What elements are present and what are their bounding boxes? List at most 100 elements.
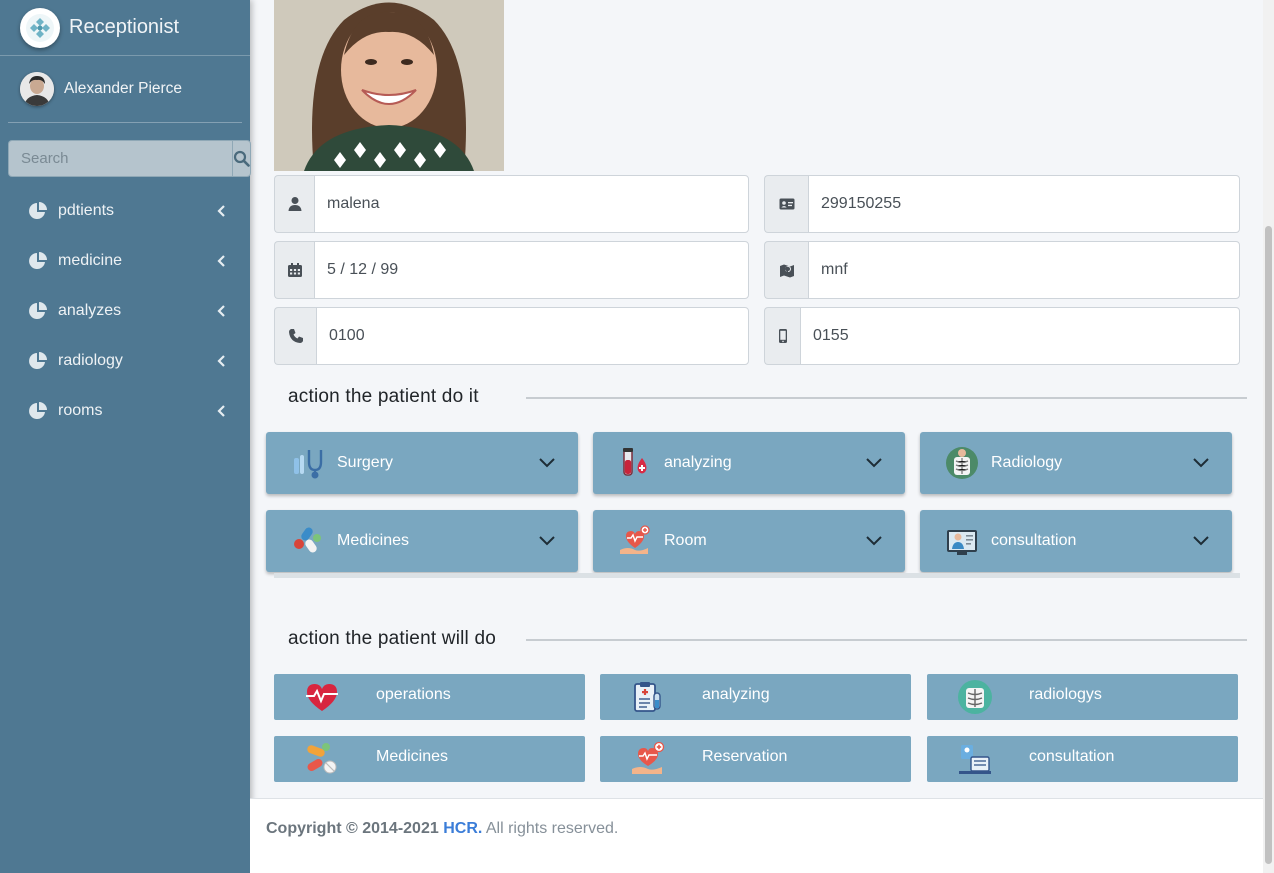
section-divider — [526, 397, 1247, 399]
chevron-left-icon — [217, 205, 225, 217]
rights-text: All rights reserved. — [485, 820, 619, 837]
sidebar-item-radiology[interactable]: radiology — [0, 336, 250, 386]
plan-label: analyzing — [702, 686, 770, 703]
stethoscope-icon — [294, 450, 323, 479]
action-surgery-dropdown[interactable]: Surgery — [266, 432, 578, 494]
search-input[interactable] — [8, 140, 232, 177]
plan-medicines-button[interactable]: Medicines — [274, 736, 585, 782]
address-value[interactable]: mnf — [808, 241, 1240, 299]
pills-icon — [307, 743, 337, 774]
action-analyzing-dropdown[interactable]: analyzing — [593, 432, 905, 494]
user-panel[interactable]: Alexander Pierce — [8, 56, 242, 123]
footer-text: Copyright © 2014-2021 HCR. All rights re… — [266, 820, 618, 838]
phone-icon — [274, 307, 316, 365]
xray-icon — [946, 447, 978, 479]
heartbeat-icon — [306, 684, 338, 711]
action-label: analyzing — [664, 454, 732, 471]
plan-analyzing-button[interactable]: analyzing — [600, 674, 911, 720]
brand-logo — [20, 7, 60, 48]
mobile-field: 0155 — [764, 307, 1240, 365]
chevron-down-icon — [1193, 536, 1209, 546]
plan-label: consultation — [1029, 748, 1115, 765]
app-title: Receptionist — [69, 16, 180, 38]
action-label: Surgery — [337, 454, 394, 471]
sidebar-item-analyzes[interactable]: analyzes — [0, 286, 250, 336]
sidebar-item-rooms[interactable]: rooms — [0, 386, 250, 436]
sidebar-item-label: radiology — [58, 352, 123, 369]
chevron-left-icon — [217, 355, 225, 367]
sidebar-item-label: rooms — [58, 402, 103, 419]
plan-operations-button[interactable]: operations — [274, 674, 585, 720]
search-button[interactable] — [232, 140, 251, 177]
chevron-down-icon — [539, 536, 555, 546]
footer: Copyright © 2014-2021 HCR. All rights re… — [250, 798, 1263, 873]
chevron-down-icon — [539, 458, 555, 468]
chevron-down-icon — [866, 458, 882, 468]
main-content: malena 299150255 5 / 12 / 99 mnf 0100 01… — [250, 0, 1263, 873]
patient-name-value[interactable]: malena — [314, 175, 749, 233]
plan-label: Reservation — [702, 748, 788, 765]
section-divider — [526, 639, 1247, 641]
sidebar-item-medicine[interactable]: medicine — [0, 236, 250, 286]
chevron-down-icon — [1193, 458, 1209, 468]
calendar-icon — [274, 241, 314, 299]
chevron-left-icon — [217, 305, 225, 317]
plan-label: operations — [376, 686, 451, 703]
phone-field: 0100 — [274, 307, 749, 365]
chevron-left-icon — [217, 255, 225, 267]
doctor-desk-icon — [959, 745, 991, 774]
pie-chart-icon — [29, 402, 47, 419]
address-field: mnf — [764, 241, 1240, 299]
sidebar: Receptionist Alexander Pierce pdtients — [0, 0, 251, 873]
pills-icon — [294, 527, 321, 553]
brand[interactable]: Receptionist — [0, 0, 250, 56]
map-marker-icon — [764, 241, 808, 299]
section-title-planned: action the patient will do — [288, 628, 496, 649]
action-room-dropdown[interactable]: Room — [593, 510, 905, 572]
sidebar-item-label: pdtients — [58, 202, 115, 219]
plan-label: Medicines — [376, 748, 449, 765]
patient-id-value[interactable]: 299150255 — [808, 175, 1240, 233]
section-title-done: action the patient do it — [288, 386, 479, 407]
sidebar-search — [8, 140, 251, 177]
pie-chart-icon — [29, 352, 47, 369]
user-icon — [274, 175, 314, 233]
divider — [274, 573, 1240, 578]
heart-hand-icon — [620, 525, 650, 554]
plan-radiologys-button[interactable]: radiologys — [927, 674, 1238, 720]
birth-date-field: 5 / 12 / 99 — [274, 241, 749, 299]
phone-value[interactable]: 0100 — [316, 307, 749, 365]
mobile-value[interactable]: 0155 — [800, 307, 1240, 365]
search-icon — [233, 150, 250, 167]
xray-icon — [958, 680, 992, 714]
copyright-text: Copyright © 2014-2021 — [266, 820, 439, 837]
patient-name-field: malena — [274, 175, 749, 233]
blood-test-icon — [623, 448, 647, 476]
user-name: Alexander Pierce — [64, 80, 183, 97]
scrollbar[interactable] — [1263, 0, 1274, 873]
sidebar-item-patients[interactable]: pdtients — [0, 186, 250, 236]
plan-label: radiologys — [1029, 686, 1102, 703]
footer-brand-link[interactable]: HCR. — [443, 820, 482, 837]
action-label: Radiology — [991, 454, 1063, 471]
pie-chart-icon — [29, 302, 47, 319]
action-medicines-dropdown[interactable]: Medicines — [266, 510, 578, 572]
sidebar-item-label: analyzes — [58, 302, 122, 319]
action-consultation-dropdown[interactable]: consultation — [920, 510, 1232, 572]
patient-photo — [274, 0, 504, 171]
sidebar-item-label: medicine — [58, 252, 123, 269]
action-label: Medicines — [337, 532, 410, 549]
doctor-icon — [947, 530, 977, 555]
birth-date-value[interactable]: 5 / 12 / 99 — [314, 241, 749, 299]
action-radiology-dropdown[interactable]: Radiology — [920, 432, 1232, 494]
patient-id-field: 299150255 — [764, 175, 1240, 233]
pie-chart-icon — [29, 202, 47, 219]
action-label: consultation — [991, 532, 1077, 549]
clipboard-icon — [634, 682, 661, 712]
scrollbar-thumb[interactable] — [1265, 226, 1272, 864]
plan-reservation-button[interactable]: Reservation — [600, 736, 911, 782]
plan-consultation-button[interactable]: consultation — [927, 736, 1238, 782]
id-card-icon — [764, 175, 808, 233]
chevron-down-icon — [866, 536, 882, 546]
action-label: Room — [664, 532, 707, 549]
